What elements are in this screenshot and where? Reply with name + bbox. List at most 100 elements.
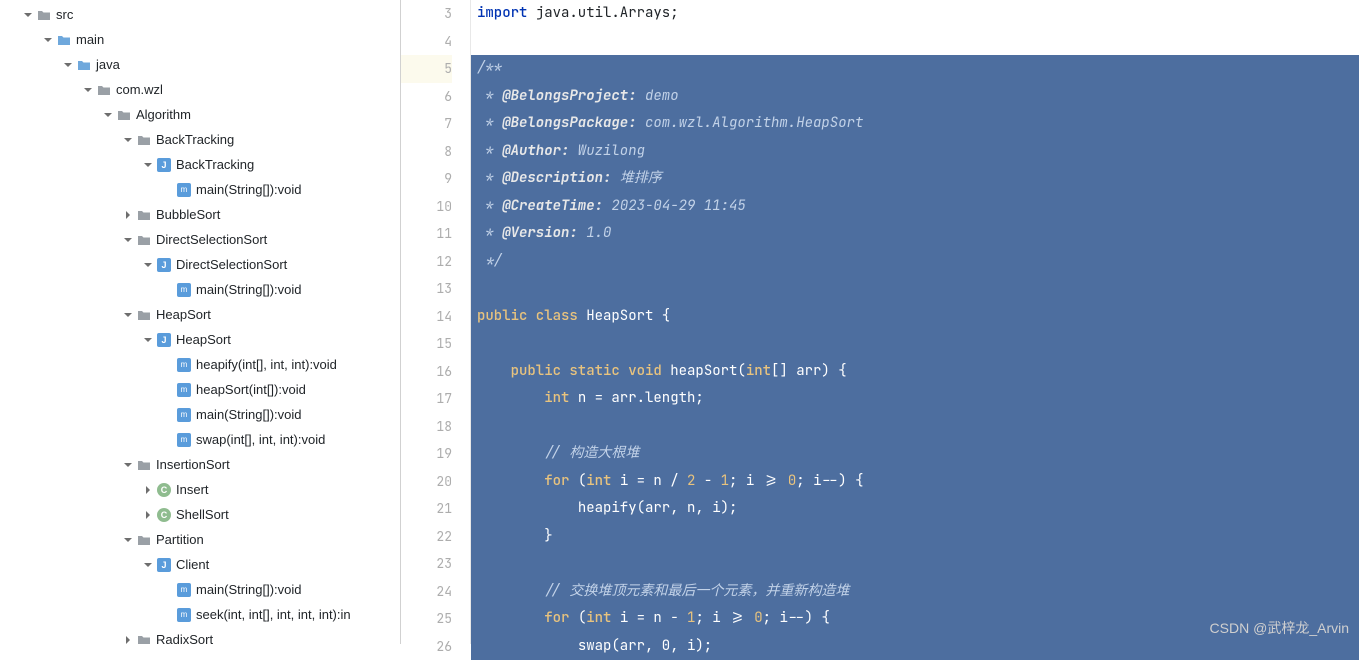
tree-item[interactable]: Partition <box>0 527 400 552</box>
tree-item[interactable]: src <box>0 2 400 27</box>
expand-arrow-icon[interactable] <box>140 332 156 348</box>
tree-label: com.wzl <box>116 82 163 97</box>
class-icon: J <box>156 257 172 273</box>
code-line[interactable]: public static void heapSort(int[] arr) { <box>471 358 1359 386</box>
expand-arrow-icon[interactable] <box>60 57 76 73</box>
code-line[interactable]: * @Author: Wuzilong <box>471 138 1359 166</box>
code-line[interactable]: int n = arr.length; <box>471 385 1359 413</box>
code-line[interactable]: * @Description: 堆排序 <box>471 165 1359 193</box>
expand-arrow-icon[interactable] <box>20 7 36 23</box>
expand-arrow-icon[interactable] <box>120 457 136 473</box>
line-number: 25 <box>401 605 452 633</box>
tree-item[interactable]: BackTracking <box>0 127 400 152</box>
code-line[interactable]: * @BelongsProject: demo <box>471 83 1359 111</box>
tree-label: swap(int[], int, int):void <box>196 432 325 447</box>
code-line[interactable] <box>471 330 1359 358</box>
expand-arrow-icon[interactable] <box>120 132 136 148</box>
expand-arrow-icon[interactable] <box>160 282 176 298</box>
expand-arrow-icon[interactable] <box>140 482 156 498</box>
expand-arrow-icon[interactable] <box>120 207 136 223</box>
folder-icon <box>56 32 72 48</box>
expand-arrow-icon[interactable] <box>160 407 176 423</box>
tree-item[interactable]: m main(String[]):void <box>0 402 400 427</box>
tree-item[interactable]: JClient <box>0 552 400 577</box>
code-line[interactable] <box>471 413 1359 441</box>
tree-item[interactable]: mmain(String[]):void <box>0 577 400 602</box>
tree-item[interactable]: mmain(String[]):void <box>0 177 400 202</box>
tree-label: heapify(int[], int, int):void <box>196 357 337 372</box>
expand-arrow-icon[interactable] <box>100 107 116 123</box>
tree-item[interactable]: Algorithm <box>0 102 400 127</box>
code-line[interactable]: */ <box>471 248 1359 276</box>
tree-item[interactable]: InsertionSort <box>0 452 400 477</box>
class-icon: C <box>156 482 172 498</box>
tree-label: main(String[]):void <box>196 182 301 197</box>
tree-label: ShellSort <box>176 507 229 522</box>
code-area[interactable]: import java.util.Arrays; /** * @BelongsP… <box>471 0 1359 644</box>
tree-item[interactable]: main <box>0 27 400 52</box>
tree-label: main(String[]):void <box>196 407 301 422</box>
expand-arrow-icon[interactable] <box>160 382 176 398</box>
method-icon: m <box>176 357 192 373</box>
expand-arrow-icon[interactable] <box>140 257 156 273</box>
code-line[interactable] <box>471 28 1359 56</box>
code-line[interactable] <box>471 275 1359 303</box>
line-number: 12 <box>401 248 452 276</box>
line-number: 17 <box>401 385 452 413</box>
line-number: 7 <box>401 110 452 138</box>
expand-arrow-icon[interactable] <box>80 82 96 98</box>
expand-arrow-icon[interactable] <box>160 182 176 198</box>
tree-item[interactable]: JBackTracking <box>0 152 400 177</box>
expand-arrow-icon[interactable] <box>140 507 156 523</box>
code-line[interactable]: heapify(arr, n, i); <box>471 495 1359 523</box>
code-line[interactable]: public class HeapSort { <box>471 303 1359 331</box>
line-number: 22 <box>401 523 452 551</box>
tree-item[interactable]: CShellSort <box>0 502 400 527</box>
expand-arrow-icon[interactable] <box>120 232 136 248</box>
code-line[interactable]: * @Version: 1.0 <box>471 220 1359 248</box>
folder-icon <box>96 82 112 98</box>
code-line[interactable] <box>471 550 1359 578</box>
project-tree[interactable]: srcmainjavacom.wzlAlgorithmBackTrackingJ… <box>0 0 400 644</box>
tree-item[interactable]: CInsert <box>0 477 400 502</box>
expand-arrow-icon[interactable] <box>140 557 156 573</box>
tree-item[interactable]: JDirectSelectionSort <box>0 252 400 277</box>
tree-item[interactable]: JHeapSort <box>0 327 400 352</box>
class-icon: J <box>156 157 172 173</box>
code-line[interactable]: for (int i = n - 1; i >= 0; i--) { <box>471 605 1359 633</box>
tree-label: Algorithm <box>136 107 191 122</box>
expand-arrow-icon[interactable] <box>160 582 176 598</box>
tree-item[interactable]: mmain(String[]):void <box>0 277 400 302</box>
tree-item[interactable]: java <box>0 52 400 77</box>
editor[interactable]: 3456789101112131415161718192021222324252… <box>400 0 1359 644</box>
tree-item[interactable]: RadixSort <box>0 627 400 644</box>
code-line[interactable]: /** <box>471 55 1359 83</box>
code-line[interactable]: import java.util.Arrays; <box>471 0 1359 28</box>
expand-arrow-icon[interactable] <box>140 157 156 173</box>
tree-item[interactable]: mseek(int, int[], int, int, int):in <box>0 602 400 627</box>
expand-arrow-icon[interactable] <box>120 632 136 645</box>
code-line[interactable]: swap(arr, 0, i); <box>471 633 1359 660</box>
expand-arrow-icon[interactable] <box>160 357 176 373</box>
tree-item[interactable]: mswap(int[], int, int):void <box>0 427 400 452</box>
code-line[interactable]: } <box>471 523 1359 551</box>
line-number: 5 <box>401 55 452 83</box>
expand-arrow-icon[interactable] <box>120 307 136 323</box>
code-line[interactable]: // 交换堆顶元素和最后一个元素，并重新构造堆 <box>471 578 1359 606</box>
expand-arrow-icon[interactable] <box>120 532 136 548</box>
tree-item[interactable]: DirectSelectionSort <box>0 227 400 252</box>
expand-arrow-icon[interactable] <box>160 432 176 448</box>
tree-item[interactable]: m heapify(int[], int, int):void <box>0 352 400 377</box>
folder-icon <box>36 7 52 23</box>
code-line[interactable]: * @CreateTime: 2023-04-29 11:45 <box>471 193 1359 221</box>
tree-item[interactable]: BubbleSort <box>0 202 400 227</box>
code-line[interactable]: // 构造大根堆 <box>471 440 1359 468</box>
tree-item[interactable]: com.wzl <box>0 77 400 102</box>
code-line[interactable]: * @BelongsPackage: com.wzl.Algorithm.Hea… <box>471 110 1359 138</box>
tree-item[interactable]: mheapSort(int[]):void <box>0 377 400 402</box>
tree-item[interactable]: HeapSort <box>0 302 400 327</box>
expand-arrow-icon[interactable] <box>160 607 176 623</box>
expand-arrow-icon[interactable] <box>40 32 56 48</box>
method-icon: m <box>176 407 192 423</box>
code-line[interactable]: for (int i = n / 2 - 1; i >= 0; i--) { <box>471 468 1359 496</box>
